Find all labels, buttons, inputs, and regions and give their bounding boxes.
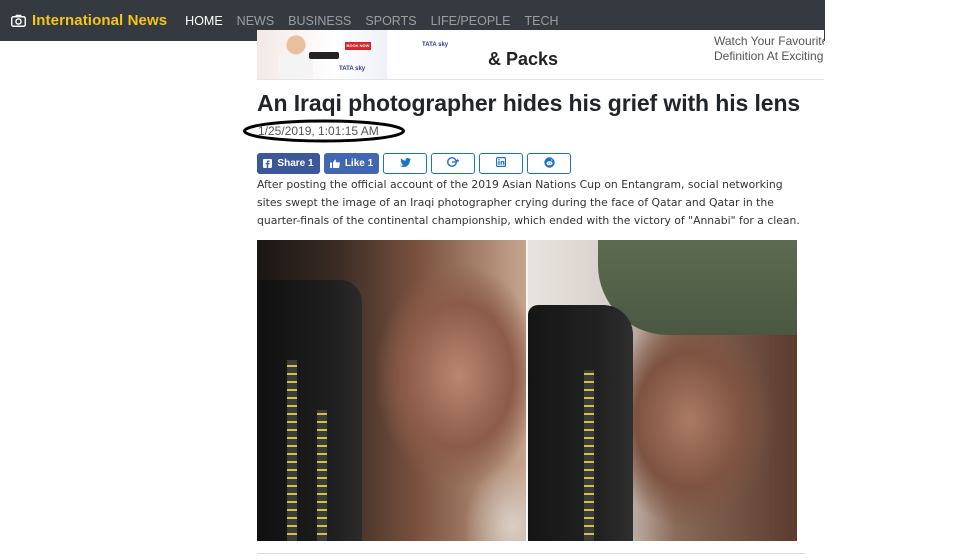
ad-person-image [279, 32, 313, 78]
nav-news[interactable]: NEWS [237, 14, 275, 28]
facebook-share-button[interactable]: Share 1 [257, 153, 320, 174]
facebook-icon [263, 159, 273, 168]
brand-link[interactable]: International News [11, 12, 167, 29]
twitter-icon [399, 157, 411, 170]
linkedin-icon [496, 157, 507, 170]
article-lead-paragraph: After posting the official account of th… [257, 178, 800, 227]
camera-icon [11, 14, 26, 27]
nav-life-people[interactable]: LIFE/PEOPLE [431, 14, 511, 28]
article-photo[interactable] [257, 240, 797, 541]
ad-image: BOOK NOW TATA sky [257, 30, 387, 79]
camera-strap-left [287, 360, 297, 541]
content-divider [257, 553, 805, 554]
ad-brand-logo: TATA sky [339, 66, 366, 72]
ad-copy-line-2: Definition At Exciting [714, 49, 824, 63]
nav-sports[interactable]: SPORTS [365, 14, 416, 28]
ad-headline: & Packs [488, 49, 559, 69]
photo-right-panel [528, 240, 797, 541]
facebook-share-label: Share 1 [277, 158, 314, 169]
camera-body-right [528, 305, 633, 541]
facebook-like-label: Like 1 [344, 158, 374, 169]
nav-home[interactable]: HOME [185, 14, 223, 28]
ad-book-now-button[interactable]: BOOK NOW [345, 42, 371, 50]
ad-copy: Watch Your Favourite Definition At Excit… [714, 34, 824, 64]
linkedin-share-button[interactable] [479, 153, 523, 174]
article-headline: An Iraqi photographer hides his grief wi… [257, 90, 801, 116]
reddit-share-button[interactable] [527, 153, 571, 174]
advertisement-banner[interactable]: BOOK NOW TATA sky TATA sky & Packs Watch… [257, 30, 824, 80]
nav-tech[interactable]: TECH [524, 14, 558, 28]
photo-left-panel [257, 240, 526, 541]
article-timestamp: 1/25/2019, 1:01:15 AM [258, 124, 379, 138]
google-plus-share-button[interactable] [431, 153, 475, 174]
twitter-share-button[interactable] [383, 153, 427, 174]
camera-strap-right [584, 370, 594, 541]
ad-copy-line-1: Watch Your Favourite [714, 34, 824, 48]
google-plus-icon [446, 156, 459, 170]
ad-brand-logo-2: TATA sky [422, 42, 449, 48]
camera-strap-left-2 [317, 410, 327, 541]
thumbs-up-icon [329, 159, 340, 168]
timestamp-highlight: 1/25/2019, 1:01:15 AM [242, 119, 407, 143]
share-bar: Share 1 Like 1 [257, 153, 575, 174]
facebook-like-button[interactable]: Like 1 [324, 153, 379, 174]
camera-body-left [257, 280, 362, 541]
brand-name: International News [32, 12, 168, 29]
ad-set-top-box [309, 52, 339, 59]
reddit-icon [543, 156, 555, 171]
nav-business[interactable]: BUSINESS [288, 14, 351, 28]
